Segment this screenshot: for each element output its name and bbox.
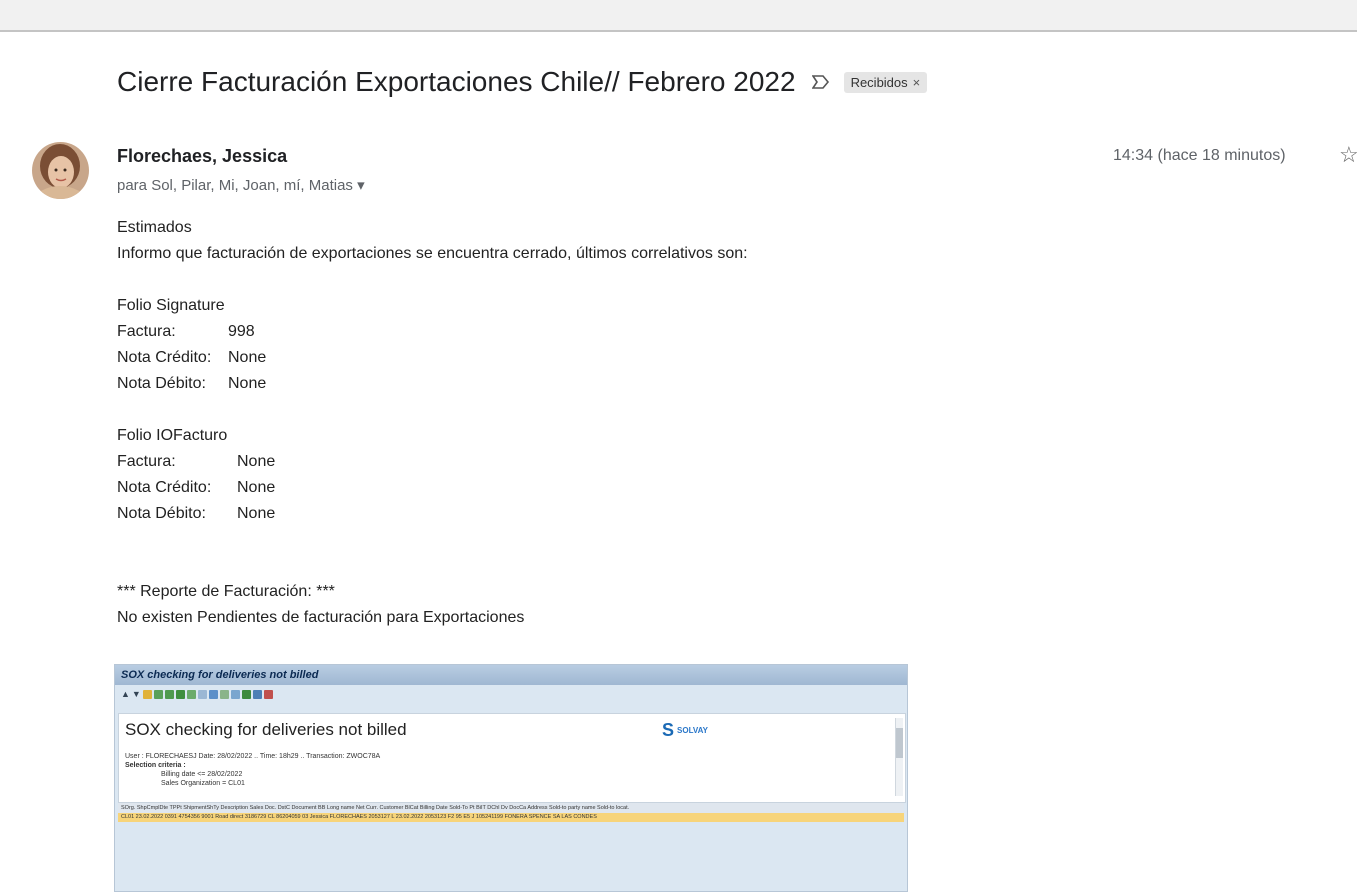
sender-name[interactable]: Florechaes, Jessica [117, 146, 287, 167]
sap-report-header: SOX checking for deliveries not billed S… [118, 713, 906, 803]
toolbar-subtotal-icon [208, 689, 218, 699]
sap-window-title: SOX checking for deliveries not billed [115, 665, 907, 685]
greeting: Estimados [117, 219, 192, 236]
toolbar-sort-desc-icon [175, 689, 185, 699]
sap-grid-row: CL01 23.02.2022 0391 4754356 9001 Road d… [118, 813, 904, 822]
report-title: *** Reporte de Facturación: *** [117, 583, 335, 600]
arrow-down-icon: ▼ [131, 689, 141, 699]
toolbar-print-icon [219, 689, 229, 699]
sap-screenshot-image[interactable]: SOX checking for deliveries not billed ▲… [114, 664, 908, 892]
toolbar-filter-icon [186, 689, 196, 699]
sap-scrollbar [895, 718, 903, 796]
arrow-up-icon: ▲ [121, 689, 130, 699]
email-timestamp: 14:34 (hace 18 minutos) [1113, 147, 1286, 164]
iofacturo-row: Nota Crédito: None [117, 479, 276, 496]
label-text: Recibidos [850, 74, 908, 90]
importance-marker-icon[interactable] [811, 69, 830, 95]
toolbar-export-icon [241, 689, 251, 699]
toolbar-find-icon [153, 689, 163, 699]
sap-toolbar: ▲ ▼ [115, 685, 907, 703]
signature-row: Nota Débito: None [117, 375, 267, 392]
iofacturo-row: Factura: None [117, 453, 276, 470]
signature-row: Nota Crédito: None [117, 349, 267, 366]
recipients-line[interactable]: para Sol, Pilar, Mi, Joan, mí, Matias ▾ [117, 176, 365, 194]
sender-avatar[interactable] [32, 142, 89, 199]
email-body: Estimados Informo que facturación de exp… [117, 215, 748, 631]
toolbar-view-icon [230, 689, 240, 699]
sap-heading: SOX checking for deliveries not billed [125, 720, 407, 739]
toolbar-graphic-icon [263, 689, 273, 699]
sap-grid-header: SOrg. ShpCmplDte TPPt ShipmentShTy Descr… [118, 803, 904, 813]
solvay-logo: S SOLVAY [662, 719, 732, 741]
signature-row: Factura: 998 [117, 323, 255, 340]
subject-text: Cierre Facturación Exportaciones Chile//… [117, 66, 796, 97]
top-toolbar [0, 0, 1357, 32]
intro-text: Informo que facturación de exportaciones… [117, 245, 748, 262]
report-text: No existen Pendientes de facturación par… [117, 609, 525, 626]
email-subject: Cierre Facturación Exportaciones Chile//… [117, 66, 928, 98]
toolbar-detail-icon [142, 689, 152, 699]
sap-selection-info: User : FLORECHAESJ Date: 28/02/2022 .. T… [125, 753, 381, 787]
toolbar-sum-icon [197, 689, 207, 699]
recipients-dropdown-icon[interactable]: ▾ [357, 177, 365, 194]
iofacturo-row: Nota Débito: None [117, 505, 276, 522]
section-signature-title: Folio Signature [117, 297, 225, 314]
recipients-text: para Sol, Pilar, Mi, Joan, mí, Matias [117, 177, 353, 194]
toolbar-sort-asc-icon [164, 689, 174, 699]
toolbar-layout-icon [252, 689, 262, 699]
inbox-label-chip[interactable]: Recibidos × [843, 71, 928, 93]
section-iofacturo-title: Folio IOFacturo [117, 427, 228, 444]
star-icon[interactable]: ☆ [1339, 142, 1357, 168]
remove-label-icon[interactable]: × [913, 75, 921, 90]
